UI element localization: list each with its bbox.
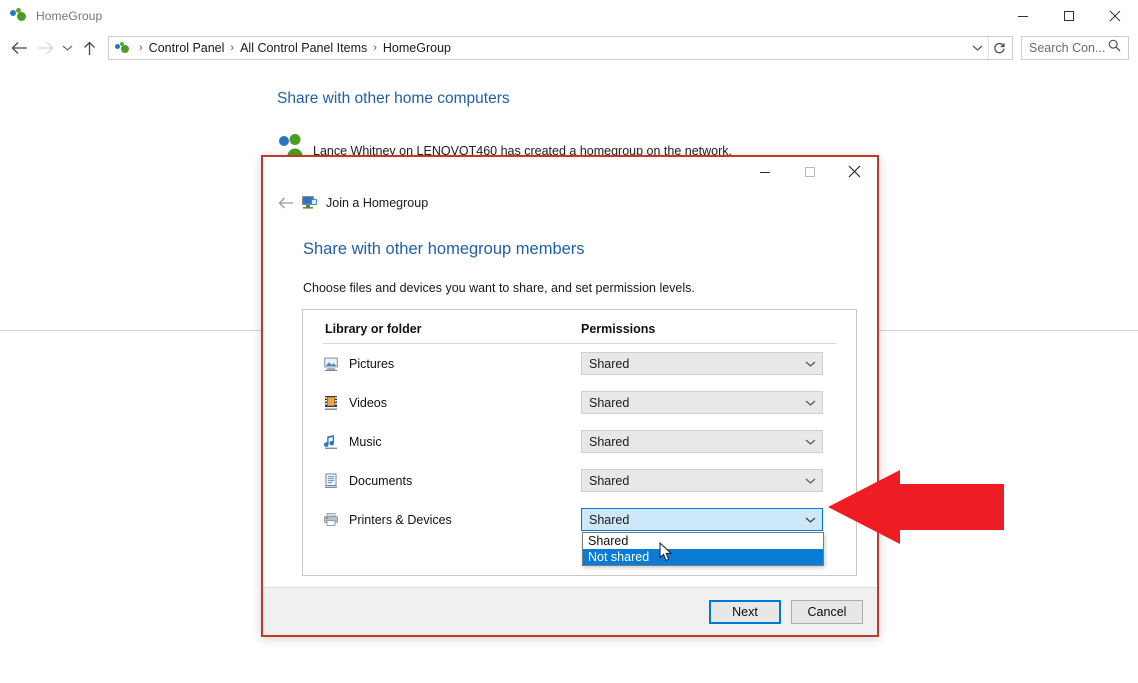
dialog-heading: Share with other homegroup members — [303, 240, 585, 258]
join-homegroup-icon — [300, 193, 320, 213]
homegroup-people-icon — [277, 134, 307, 156]
permission-select-music[interactable]: Shared — [581, 430, 823, 453]
close-icon — [848, 165, 861, 178]
chevron-down-icon — [805, 399, 816, 407]
permission-select-documents[interactable]: Shared — [581, 469, 823, 492]
dialog-titlebar — [263, 157, 877, 187]
table-row: Music Shared — [323, 422, 836, 461]
search-placeholder: Search Con... — [1029, 41, 1106, 55]
table-row: Printers & Devices Shared Shared Not sha… — [323, 500, 836, 566]
breadcrumb-dropdown-button[interactable] — [966, 37, 988, 59]
forward-button[interactable] — [32, 33, 58, 63]
permission-select-printers-and-devices[interactable]: Shared Shared Not shared — [581, 508, 824, 566]
dialog-back-button[interactable] — [275, 192, 297, 214]
cancel-button[interactable]: Cancel — [791, 599, 863, 624]
search-icon — [1108, 39, 1121, 57]
pictures-icon — [323, 356, 341, 372]
recent-locations-button[interactable] — [58, 33, 76, 63]
printer-icon — [323, 512, 341, 528]
address-bar: › Control Panel › All Control Panel Item… — [0, 32, 1138, 64]
window-controls — [1000, 0, 1138, 32]
table-header: Library or folder Permissions — [323, 310, 836, 344]
permission-dropdown-list: Shared Not shared — [582, 532, 824, 566]
chevron-down-icon — [972, 45, 982, 51]
dialog-minimize-button[interactable] — [742, 157, 787, 186]
dialog-app-title: Join a Homegroup — [326, 196, 429, 210]
permission-select-pictures[interactable]: Shared — [581, 352, 823, 375]
row-label: Music — [349, 434, 382, 449]
documents-icon — [323, 473, 341, 489]
row-label: Printers & Devices — [349, 512, 452, 527]
music-icon — [323, 434, 341, 450]
permission-value: Shared — [589, 395, 630, 410]
chevron-down-icon — [805, 477, 816, 485]
refresh-button[interactable] — [988, 37, 1010, 59]
permission-select-videos[interactable]: Shared — [581, 391, 823, 414]
dialog-footer: Next Cancel — [263, 587, 877, 635]
breadcrumb-separator: › — [139, 42, 143, 54]
explorer-titlebar: HomeGroup — [0, 0, 1138, 32]
chevron-down-icon — [62, 45, 72, 51]
maximize-button[interactable] — [1046, 0, 1092, 32]
permission-value: Shared — [589, 356, 630, 371]
table-row: Documents Shared — [323, 461, 836, 500]
row-label-cell: Printers & Devices — [323, 512, 581, 528]
dialog-maximize-button[interactable] — [787, 157, 832, 186]
row-label-cell: Documents — [323, 473, 581, 489]
breadcrumb-separator: › — [373, 42, 377, 54]
breadcrumb-item-homegroup[interactable]: HomeGroup — [383, 41, 451, 55]
breadcrumb-item-all-control-panel-items[interactable]: All Control Panel Items — [240, 41, 367, 55]
close-icon — [1109, 10, 1121, 22]
row-label: Videos — [349, 395, 387, 410]
up-button[interactable] — [76, 33, 102, 63]
permission-value: Shared — [589, 512, 630, 527]
row-label-cell: Music — [323, 434, 581, 450]
column-header-permissions: Permissions — [581, 322, 656, 336]
chevron-down-icon — [805, 438, 816, 446]
window-title: HomeGroup — [36, 9, 103, 23]
homegroup-icon — [10, 8, 28, 24]
search-input[interactable]: Search Con... — [1021, 36, 1129, 60]
minimize-icon — [759, 171, 770, 173]
screen-root: HomeGroup › Control Panel › All Control … — [0, 0, 1138, 683]
next-button[interactable]: Next — [709, 599, 781, 624]
back-arrow-icon — [278, 197, 293, 209]
dropdown-option-shared[interactable]: Shared — [583, 533, 823, 549]
breadcrumb-item-control-panel[interactable]: Control Panel — [149, 41, 225, 55]
videos-icon — [323, 395, 341, 411]
refresh-icon — [994, 42, 1005, 53]
table-row: Pictures Shared — [323, 344, 836, 383]
chevron-down-icon — [805, 516, 816, 524]
maximize-icon — [804, 166, 815, 177]
column-header-library: Library or folder — [325, 322, 422, 336]
back-arrow-icon — [11, 42, 27, 54]
join-homegroup-dialog: Join a Homegroup Share with other homegr… — [261, 155, 879, 637]
dialog-header-row: Join a Homegroup — [263, 189, 877, 217]
page-title: Share with other home computers — [277, 90, 510, 107]
row-label: Pictures — [349, 356, 395, 371]
permission-value: Shared — [589, 434, 630, 449]
back-button[interactable] — [6, 33, 32, 63]
permissions-table: Library or folder Permissions Pictures S… — [302, 309, 857, 576]
table-row: Videos Shared — [323, 383, 836, 422]
dialog-subtitle: Choose files and devices you want to sha… — [303, 281, 695, 295]
row-label-cell: Videos — [323, 395, 581, 411]
row-label-cell: Pictures — [323, 356, 581, 372]
close-button[interactable] — [1092, 0, 1138, 32]
chevron-down-icon — [805, 360, 816, 368]
minimize-button[interactable] — [1000, 0, 1046, 32]
homegroup-icon — [115, 41, 131, 55]
forward-arrow-icon — [37, 42, 53, 54]
maximize-icon — [1064, 11, 1074, 21]
minimize-icon — [1018, 16, 1028, 17]
breadcrumb-separator: › — [230, 42, 235, 54]
dialog-close-button[interactable] — [832, 157, 877, 186]
permission-value: Shared — [589, 473, 630, 488]
breadcrumb[interactable]: › Control Panel › All Control Panel Item… — [108, 36, 1013, 60]
dropdown-option-not-shared[interactable]: Not shared — [583, 549, 823, 565]
row-label: Documents — [349, 473, 413, 488]
up-arrow-icon — [83, 41, 95, 55]
